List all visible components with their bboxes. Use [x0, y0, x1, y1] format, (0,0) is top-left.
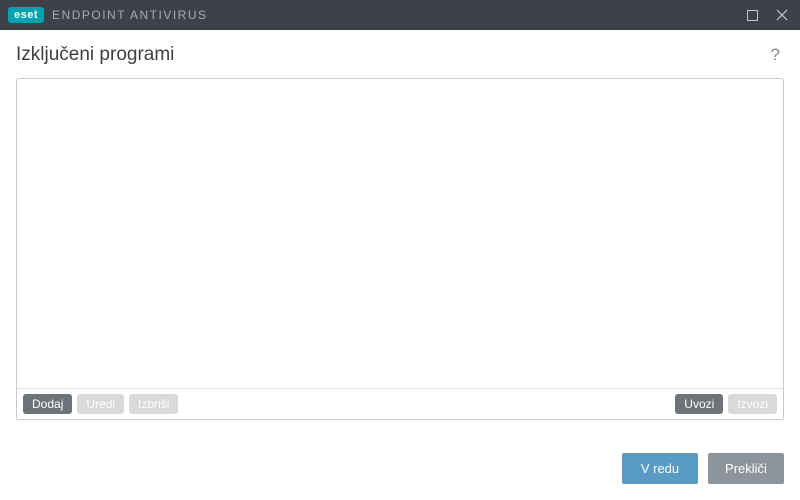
edit-button: Uredi [77, 394, 124, 414]
cancel-button[interactable]: Prekliči [708, 453, 784, 484]
list-actions: Dodaj Uredi Izbriši Uvozi Izvozi [17, 388, 783, 419]
brand-logo: eset [8, 7, 44, 23]
import-button[interactable]: Uvozi [675, 394, 723, 414]
delete-button: Izbriši [129, 394, 178, 414]
help-icon: ? [771, 45, 780, 64]
close-icon [776, 9, 788, 21]
footer: V redu Prekliči [0, 433, 800, 500]
page-title: Izključeni programi [16, 44, 174, 66]
maximize-icon [747, 10, 758, 21]
ok-button[interactable]: V redu [622, 453, 698, 484]
titlebar: eset ENDPOINT ANTIVIRUS [0, 0, 800, 30]
window-controls [742, 5, 792, 25]
content-area: Izključeni programi ? Dodaj Uredi Izbriš… [0, 30, 800, 433]
help-button[interactable]: ? [767, 45, 784, 65]
close-button[interactable] [772, 5, 792, 25]
product-name: ENDPOINT ANTIVIRUS [52, 8, 207, 22]
export-button: Izvozi [728, 394, 777, 414]
list-body[interactable] [17, 79, 783, 388]
header-row: Izključeni programi ? [16, 44, 784, 66]
maximize-button[interactable] [742, 5, 762, 25]
excluded-programs-list: Dodaj Uredi Izbriši Uvozi Izvozi [16, 78, 784, 420]
add-button[interactable]: Dodaj [23, 394, 72, 414]
